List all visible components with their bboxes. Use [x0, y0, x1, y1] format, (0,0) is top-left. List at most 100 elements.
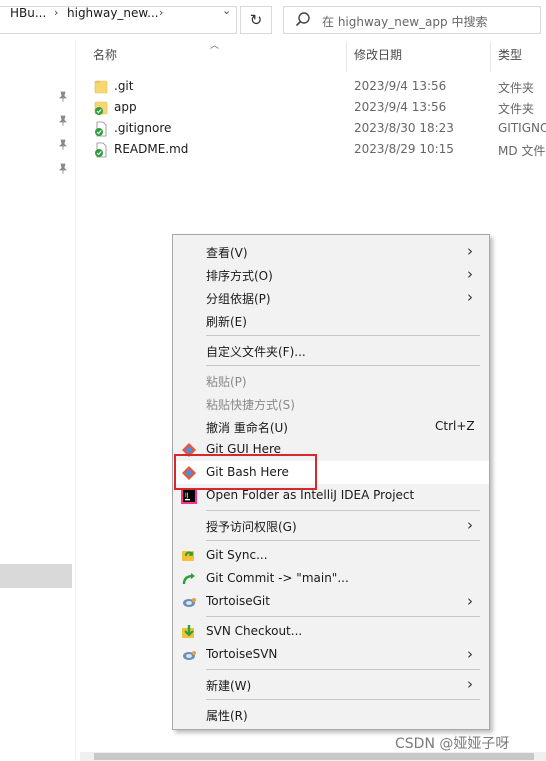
git-commit-icon [182, 573, 195, 585]
menu-item-paste[interactable]: 粘贴(P) [173, 369, 489, 392]
menu-label: TortoiseSVN [206, 647, 278, 661]
menu-item-undo-rename[interactable]: 撤消 重命名(U) Ctrl+Z [173, 415, 489, 438]
file-git-ok-icon [95, 121, 107, 137]
search-icon [295, 12, 310, 27]
menu-label: TortoiseGit [206, 594, 270, 608]
menu-item-view[interactable]: 查看(V) › [173, 240, 489, 263]
file-date: 2023/8/29 10:15 [354, 142, 454, 156]
menu-shortcut: Ctrl+Z [435, 419, 475, 433]
address-dropdown-icon[interactable]: ⌄ [222, 4, 231, 17]
menu-item-tortoise-git[interactable]: TortoiseGit › [173, 590, 489, 613]
nav-selected-item[interactable] [0, 564, 72, 588]
file-name: app [114, 100, 137, 114]
menu-item-tortoise-svn[interactable]: TortoiseSVN › [173, 643, 489, 666]
submenu-arrow-icon: › [467, 645, 473, 663]
file-name: .gitignore [114, 121, 172, 135]
file-date: 2023/8/30 18:23 [354, 121, 454, 135]
menu-item-svn-checkout[interactable]: SVN Checkout... [173, 620, 489, 643]
pin-icon[interactable] [57, 139, 69, 151]
file-type: 文件夹 [498, 81, 535, 95]
menu-separator [206, 616, 480, 617]
submenu-arrow-icon: › [467, 265, 473, 283]
menu-item-refresh[interactable]: 刷新(E) [173, 309, 489, 332]
menu-separator [206, 510, 480, 511]
file-row[interactable]: README.md 2023/8/29 10:15 MD 文件 [92, 140, 546, 160]
submenu-arrow-icon: › [467, 592, 473, 610]
breadcrumb-highway-new[interactable]: highway_new... [67, 6, 159, 20]
menu-label: 新建(W) [206, 679, 252, 693]
watermark-text: CSDN @娅娅子呀 [395, 736, 510, 752]
column-header-type[interactable]: 类型 [498, 46, 522, 70]
folder-icon [94, 80, 108, 94]
menu-item-customize-folder[interactable]: 自定义文件夹(F)... [173, 339, 489, 362]
intellij-icon: IJ [181, 488, 197, 504]
menu-item-git-commit[interactable]: Git Commit -> "main"... [173, 567, 489, 590]
pane-divider[interactable] [75, 40, 76, 761]
file-type: GITIGNORE [498, 121, 546, 135]
submenu-arrow-icon: › [467, 288, 473, 306]
tortoise-git-icon [183, 598, 196, 607]
column-separator[interactable] [490, 42, 491, 72]
menu-separator [206, 699, 480, 700]
pin-icon[interactable] [57, 115, 69, 127]
menu-label: 撤消 重命名(U) [206, 421, 288, 435]
breadcrumb-separator-icon[interactable]: › [159, 6, 163, 19]
refresh-button[interactable]: ↻ [240, 6, 272, 34]
menu-label: 刷新(E) [206, 315, 247, 329]
menu-item-sort[interactable]: 排序方式(O) › [173, 263, 489, 286]
menu-label: Git Sync... [206, 548, 268, 562]
menu-separator [206, 365, 480, 366]
column-header-date[interactable]: 修改日期 [354, 46, 402, 70]
file-date: 2023/9/4 13:56 [354, 100, 447, 114]
search-box[interactable]: 在 highway_new_app 中搜索 [283, 6, 541, 34]
pin-icon[interactable] [57, 91, 69, 103]
breadcrumb-separator-icon[interactable]: › [54, 6, 58, 19]
navigation-pane[interactable] [0, 40, 76, 761]
menu-separator [206, 669, 480, 670]
menu-item-group[interactable]: 分组依据(P) › [173, 286, 489, 309]
menu-item-properties[interactable]: 属性(R) [173, 703, 489, 726]
file-type: 文件夹 [498, 102, 535, 116]
scrollbar-thumb[interactable] [94, 753, 534, 760]
column-separator[interactable] [346, 42, 347, 72]
menu-item-new[interactable]: 新建(W) › [173, 673, 489, 696]
menu-label: 自定义文件夹(F)... [206, 345, 306, 359]
menu-label: Open Folder as IntelliJ IDEA Project [206, 488, 415, 502]
file-git-ok-icon [95, 142, 107, 158]
svg-text:IJ: IJ [185, 492, 189, 499]
file-row[interactable]: .git 2023/9/4 13:56 文件夹 [92, 77, 546, 97]
toolbar: HBu... › highway_new... › ⌄ ↻ 在 highway_… [0, 0, 546, 40]
submenu-arrow-icon: › [467, 242, 473, 260]
menu-label: 属性(R) [206, 709, 248, 723]
menu-label: 粘贴(P) [206, 375, 247, 389]
highlight-annotation-box [174, 454, 317, 490]
menu-item-grant-access[interactable]: 授予访问权限(G) › [173, 514, 489, 537]
folder-git-ok-icon [94, 101, 108, 115]
search-placeholder: 在 highway_new_app 中搜索 [322, 15, 488, 29]
file-type: MD 文件 [498, 144, 546, 158]
menu-separator [206, 335, 480, 336]
tortoise-svn-icon [183, 651, 196, 660]
menu-label: 粘贴快捷方式(S) [206, 398, 295, 412]
submenu-arrow-icon: › [467, 675, 473, 693]
svn-checkout-icon [182, 625, 194, 638]
menu-label: 分组依据(P) [206, 292, 271, 306]
file-date: 2023/9/4 13:56 [354, 79, 447, 93]
column-header-name[interactable]: 名称 [93, 46, 117, 70]
menu-label: 授予访问权限(G) [206, 520, 297, 534]
file-name: .git [114, 79, 134, 93]
breadcrumb-hbuilder[interactable]: HBu... [10, 6, 46, 20]
submenu-arrow-icon: › [467, 516, 473, 534]
file-row[interactable]: app 2023/9/4 13:56 文件夹 [92, 98, 546, 118]
menu-item-git-sync[interactable]: Git Sync... [173, 544, 489, 567]
refresh-icon: ↻ [249, 11, 263, 29]
menu-item-paste-shortcut[interactable]: 粘贴快捷方式(S) [173, 392, 489, 415]
horizontal-scrollbar[interactable] [80, 752, 546, 761]
file-name: README.md [114, 142, 189, 156]
file-row[interactable]: .gitignore 2023/8/30 18:23 GITIGNORE [92, 119, 546, 139]
menu-label: SVN Checkout... [206, 624, 303, 638]
git-sync-icon [182, 551, 194, 561]
sort-up-icon: ︿ [210, 41, 220, 51]
menu-separator [206, 540, 480, 541]
pin-icon[interactable] [57, 163, 69, 175]
